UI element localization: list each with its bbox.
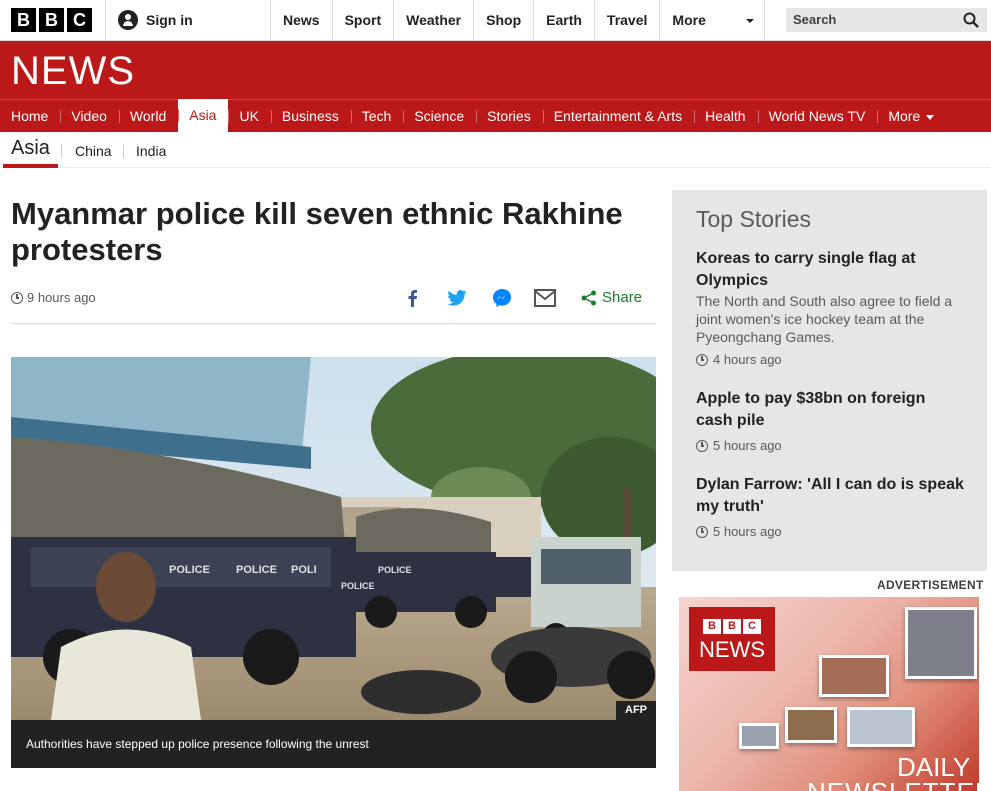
search-icon[interactable] [963,12,979,28]
divider [11,323,656,324]
section-nav-science[interactable]: Science [403,100,476,132]
ad-thumbnail [739,723,779,749]
top-story-item[interactable]: Apple to pay $38bn on foreign cash pile … [696,388,966,453]
ad-logo-letter: C [743,619,761,634]
image-credit: AFP [616,701,656,720]
sub-nav-india[interactable]: India [136,143,166,159]
messenger-icon[interactable] [492,288,512,308]
bbc-logo-letter: B [39,8,64,32]
bbc-logo-letter: C [67,8,92,32]
global-nav-travel[interactable]: Travel [593,0,659,40]
top-story-headline[interactable]: Dylan Farrow: 'All I can do is speak my … [696,474,966,518]
truck-police-text: POLICE [236,564,277,576]
share-label[interactable]: Share [602,289,642,306]
ad-thumbnail [819,655,889,697]
ad-thumbnail [785,707,837,743]
ad-logo-word: NEWS [699,637,765,662]
top-story-item[interactable]: Dylan Farrow: 'All I can do is speak my … [696,474,966,539]
divider [105,0,106,40]
sub-nav: Asia China India [0,132,991,168]
section-nav: Home Video World Asia UK Business Tech S… [0,99,991,132]
bbc-logo-letter: B [11,8,36,32]
top-story-time: 5 hours ago [696,438,966,453]
ad-thumbnail [905,607,977,679]
section-nav-more[interactable]: More [877,100,946,132]
section-nav-health[interactable]: Health [694,100,757,132]
global-header: B B C Sign in News Sport Weather Shop Ea… [0,0,991,41]
global-nav-earth[interactable]: Earth [533,0,594,40]
top-story-time: 4 hours ago [696,352,966,367]
top-story-summary: The North and South also agree to field … [696,293,953,345]
sign-in-link[interactable]: Sign in [118,10,193,30]
global-nav: News Sport Weather Shop Earth Travel Mor… [270,0,766,40]
section-nav-world[interactable]: World [118,100,178,132]
search-placeholder: Search [793,12,837,27]
image-caption: Authorities have stepped up police prese… [11,720,656,768]
truck-police-text: POLI [291,564,317,576]
email-icon[interactable] [534,289,556,307]
global-nav-weather[interactable]: Weather [393,0,473,40]
section-nav-home[interactable]: Home [0,100,60,132]
top-story-time: 5 hours ago [696,524,966,539]
article-timestamp: 9 hours ago [11,290,96,305]
top-story-headline[interactable]: Koreas to carry single flag at Olympics [696,248,966,292]
top-story-item[interactable]: Koreas to carry single flag at Olympics … [696,248,966,367]
caret-down-icon [746,19,755,23]
clock-icon [696,439,708,452]
search-input[interactable]: Search [786,8,987,32]
section-nav-video[interactable]: Video [60,100,119,132]
top-story-headline[interactable]: Apple to pay $38bn on foreign cash pile [696,388,966,432]
facebook-icon[interactable] [406,289,418,307]
news-banner: NEWS [0,41,991,99]
share-icon[interactable] [581,290,597,306]
global-nav-shop[interactable]: Shop [473,0,533,40]
ad-thumbnail [847,707,915,747]
top-story-time-label: 5 hours ago [713,438,782,453]
top-stories-panel: Top Stories Koreas to carry single flag … [672,190,987,571]
news-logo[interactable]: NEWS [11,49,135,94]
share-tools: Share [400,287,656,309]
section-nav-more-label: More [888,108,921,124]
global-nav-more-label: More [672,12,706,28]
sub-nav-china[interactable]: China [75,143,112,159]
top-stories-title: Top Stories [696,206,812,232]
section-nav-entertainment[interactable]: Entertainment & Arts [542,100,694,132]
ad-logo-letter: B [723,619,741,634]
section-nav-tech[interactable]: Tech [350,100,404,132]
section-nav-stories[interactable]: Stories [476,100,543,132]
police-trucks-photo: POLICE POLICE POLI POLICE POLICE [11,357,656,720]
bbc-logo[interactable]: B B C [11,8,92,32]
top-story-time-label: 5 hours ago [713,524,782,539]
clock-icon [696,525,708,538]
clock-icon [696,353,708,366]
divider [123,144,124,158]
sign-in-label: Sign in [146,12,193,28]
article-image: POLICE POLICE POLI POLICE POLICE [11,357,656,720]
section-nav-business[interactable]: Business [270,100,351,132]
caret-down-icon [926,114,935,120]
ad-logo-letter: B [703,619,721,634]
global-nav-sport[interactable]: Sport [331,0,394,40]
divider [61,144,62,158]
global-nav-more[interactable]: More [659,0,766,40]
ad-bbc-news-logo: B B C NEWS [689,607,775,671]
truck-police-text: POLICE [341,581,375,591]
advertisement-banner[interactable]: B B C NEWS DAILY NEWSLETTER [679,597,979,791]
truck-police-text: POLICE [169,564,210,576]
advertisement-label: ADVERTISEMENT [877,578,984,592]
twitter-icon[interactable] [447,290,467,306]
top-story-time-label: 4 hours ago [713,352,782,367]
timestamp-label: 9 hours ago [27,290,96,305]
section-nav-uk[interactable]: UK [228,100,270,132]
section-nav-world-news-tv[interactable]: World News TV [757,100,878,132]
ad-newsletter-text: NEWSLETTER [807,777,979,791]
truck-police-text: POLICE [378,565,412,575]
user-icon [118,10,138,30]
section-nav-asia[interactable]: Asia [178,99,229,132]
global-nav-news[interactable]: News [270,0,332,40]
article-headline: Myanmar police kill seven ethnic Rakhine… [11,196,623,267]
clock-icon [11,291,23,304]
sub-nav-section-title[interactable]: Asia [3,137,58,168]
